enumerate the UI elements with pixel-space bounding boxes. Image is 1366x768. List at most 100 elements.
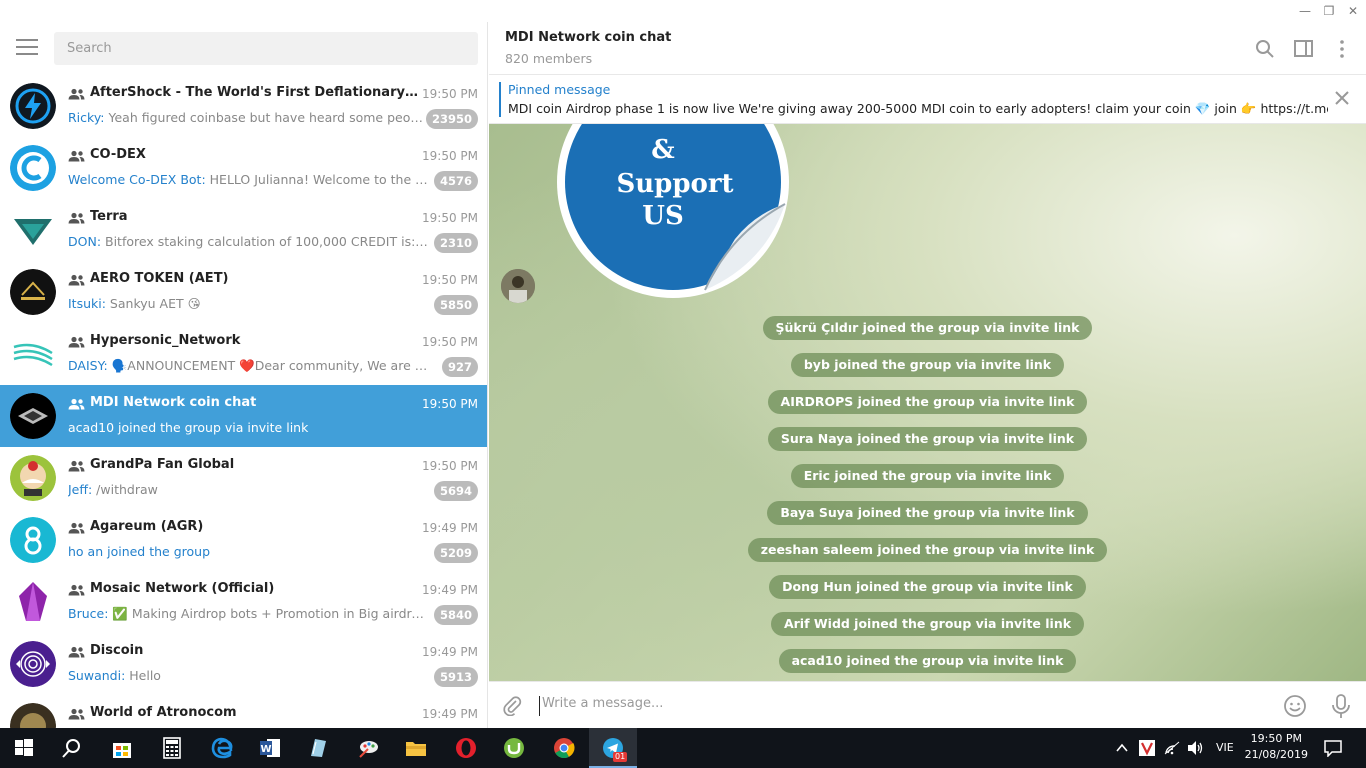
taskbar-notepad[interactable] <box>294 728 342 768</box>
clock-date: 21/08/2019 <box>1244 748 1308 761</box>
dialog-item[interactable]: MDI Network coin chat 19:50 PM acad10 join… <box>0 385 487 447</box>
dialog-preview: ho an joined the group <box>68 544 428 562</box>
dialog-item[interactable]: Discoin 19:49 PM Suwandi: Hello 5913 <box>0 633 487 695</box>
hamburger-menu-icon[interactable] <box>16 39 38 55</box>
sender-avatar[interactable] <box>501 269 535 303</box>
microphone-icon[interactable] <box>1331 693 1351 719</box>
messages-area[interactable]: & Support US Şükrü Çıldır joined the gro… <box>489 124 1366 681</box>
dialog-preview: acad10 joined the group via invite link <box>68 420 428 438</box>
group-icon <box>68 88 85 100</box>
word-icon: W <box>260 739 280 757</box>
close-window-button[interactable]: ✕ <box>1340 0 1366 22</box>
antivirus-tray-icon[interactable] <box>1138 739 1156 757</box>
pinned-message-bar[interactable]: Pinned message MDI coin Airdrop phase 1 … <box>489 76 1366 124</box>
group-icon <box>68 150 85 162</box>
dialog-item[interactable]: AfterShock - The World's First Deflation… <box>0 75 487 137</box>
calculator-icon <box>163 737 181 759</box>
service-message-text: Baya Suya joined the group via invite li… <box>767 501 1088 525</box>
codex-c-icon <box>10 145 56 191</box>
close-pinned-icon[interactable] <box>1334 90 1350 106</box>
service-message: Sura Naya joined the group via invite li… <box>489 427 1366 451</box>
start-button[interactable] <box>0 728 48 768</box>
minimize-button[interactable]: — <box>1292 0 1318 22</box>
dialog-item[interactable]: Agareum (AGR) 19:49 PM ho an joined the gr… <box>0 509 487 571</box>
dialog-item[interactable]: Mosaic Network (Official) 19:49 PM Bruce: … <box>0 571 487 633</box>
service-message-text: zeeshan saleem joined the group via invi… <box>747 538 1108 562</box>
message-input[interactable]: Write a message... <box>539 696 1239 716</box>
paint-icon <box>359 741 378 758</box>
opera-icon <box>456 738 476 758</box>
taskbar-clock[interactable]: 19:50 PM 21/08/2019 <box>1245 731 1308 763</box>
group-icon <box>68 460 85 472</box>
unread-badge: 5209 <box>433 543 478 563</box>
sidebar-toggle-icon[interactable] <box>1293 38 1315 60</box>
wifi-icon[interactable] <box>1163 740 1181 756</box>
taskbar-edge[interactable] <box>198 728 246 768</box>
service-message-text: acad10 joined the group via invite link <box>778 649 1077 673</box>
search-icon[interactable] <box>1254 38 1276 60</box>
attach-paperclip-icon[interactable] <box>501 694 523 716</box>
service-message: AIRDROPS joined the group via invite lin… <box>489 390 1366 414</box>
taskbar-calculator[interactable] <box>148 728 196 768</box>
hypersonic-waves-icon <box>10 331 56 377</box>
unread-badge: 927 <box>441 357 478 377</box>
dialog-item[interactable]: AERO TOKEN (AET) 19:50 PM Itsuki: Sankyu A… <box>0 261 487 323</box>
dialog-time: 19:49 PM <box>422 707 478 721</box>
input-language[interactable]: VIE <box>1216 728 1234 768</box>
chat-title[interactable]: MDI Network coin chat <box>505 30 671 45</box>
dialog-item[interactable]: CO-DEX 19:50 PM Welcome Co-DEX Bot: HELLO … <box>0 137 487 199</box>
taskbar-paint[interactable] <box>344 728 392 768</box>
dialog-sender: DAISY: <box>68 358 108 373</box>
dialog-preview-text: Bitforex staking calculation of 100,000 … <box>101 234 428 249</box>
maximize-button[interactable]: ❐ <box>1316 0 1342 22</box>
chrome-icon <box>554 738 575 759</box>
search-input[interactable]: Search <box>54 32 478 65</box>
dialog-time: 19:50 PM <box>422 335 478 349</box>
group-icon <box>68 398 85 410</box>
dialog-item[interactable]: World of Atronocom 19:49 PM <box>0 695 487 728</box>
group-icon <box>68 646 85 658</box>
dialog-item[interactable]: GrandPa Fan Global 19:50 PM Jeff: /withdra… <box>0 447 487 509</box>
emoji-icon[interactable] <box>1283 694 1307 718</box>
unread-badge: 4576 <box>433 171 478 191</box>
dialog-title: AERO TOKEN (AET) <box>68 271 418 291</box>
dialog-time: 19:50 PM <box>422 397 478 411</box>
dialog-preview-text: Yeah figured coinbase but have heard som… <box>104 110 429 125</box>
service-message: Şükrü Çıldır joined the group via invite… <box>489 316 1366 340</box>
dialog-item[interactable]: Hypersonic_Network 19:50 PM DAISY: 🗣️ANNOU… <box>0 323 487 385</box>
group-icon <box>68 584 85 596</box>
dialog-preview-text: HELLO Julianna! Welcome to the offic... <box>209 172 428 187</box>
person-icon <box>501 269 535 303</box>
dialog-sender: Suwandi: <box>68 668 126 683</box>
volume-icon[interactable] <box>1186 740 1204 756</box>
taskbar-utorrent[interactable] <box>490 728 538 768</box>
aero-token-icon <box>10 269 56 315</box>
dialog-time: 19:49 PM <box>422 645 478 659</box>
dialog-item[interactable]: Terra 19:50 PM DON: Bitforex staking calcu… <box>0 199 487 261</box>
dialog-title: MDI Network coin chat <box>68 395 418 415</box>
dialog-preview: Welcome Co-DEX Bot: HELLO Julianna! Welc… <box>68 172 428 190</box>
more-options-icon[interactable] <box>1331 38 1353 60</box>
support-us-sticker[interactable]: & Support US <box>555 124 791 300</box>
dialog-sender: Jeff: <box>68 482 93 497</box>
dialog-name: Mosaic Network (Official) <box>90 581 275 596</box>
taskbar-telegram[interactable]: 01 <box>589 728 637 768</box>
aftershock-lightning-icon <box>10 83 56 129</box>
taskbar-file-explorer[interactable] <box>392 728 440 768</box>
dialog-name: GrandPa Fan Global <box>90 457 235 472</box>
member-count: 820 members <box>505 51 593 66</box>
taskbar-store[interactable] <box>98 728 146 768</box>
action-center-icon[interactable] <box>1323 739 1343 757</box>
taskbar-opera[interactable] <box>442 728 490 768</box>
taskbar-word[interactable]: W <box>246 728 294 768</box>
group-icon <box>68 274 85 286</box>
service-message: zeeshan saleem joined the group via invi… <box>489 538 1366 562</box>
discoin-rings-icon <box>10 641 56 687</box>
tray-chevron-up-icon[interactable] <box>1115 741 1129 755</box>
sticker-line3: US <box>642 201 683 231</box>
chat-header[interactable]: MDI Network coin chat 820 members <box>489 22 1366 75</box>
service-message-text: AIRDROPS joined the group via invite lin… <box>767 390 1088 414</box>
taskbar-chrome[interactable] <box>540 728 588 768</box>
taskbar-search[interactable] <box>48 728 96 768</box>
service-message-text: Eric joined the group via invite link <box>790 464 1065 488</box>
